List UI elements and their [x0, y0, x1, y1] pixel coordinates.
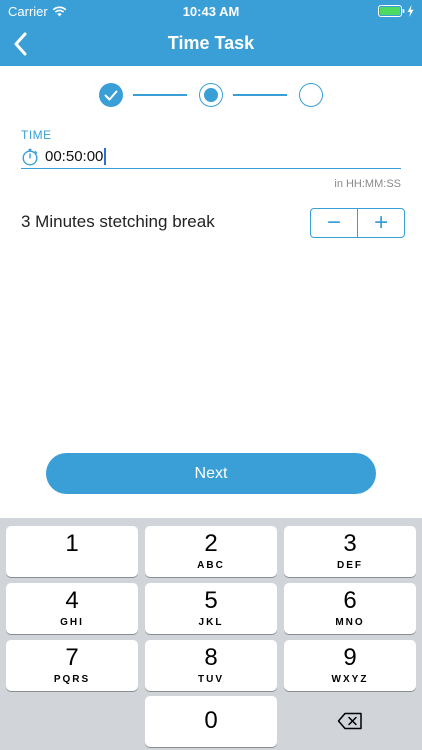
time-value[interactable]: 00:50:00 — [45, 148, 103, 165]
step-upcoming — [299, 83, 323, 107]
time-input[interactable]: 00:50:00 — [21, 145, 401, 169]
next-button[interactable]: Next — [46, 453, 376, 494]
key-letters: JKL — [198, 617, 224, 628]
key-letters: PQRS — [53, 674, 91, 685]
key-letters: WXYZ — [331, 674, 369, 685]
progress-stepper — [97, 81, 325, 109]
step-connector — [233, 94, 287, 96]
quantity-stepper: − + — [310, 208, 405, 238]
key-digit: 6 — [343, 587, 357, 614]
status-time: 10:43 AM — [182, 4, 240, 19]
page-title: Time Task — [167, 33, 255, 53]
key-3[interactable]: 3 DEF — [284, 526, 416, 577]
key-4[interactable]: 4 GHI — [6, 583, 138, 634]
key-7[interactable]: 7 PQRS — [6, 640, 138, 691]
battery-indicator — [378, 5, 414, 17]
key-1[interactable]: 1 — [6, 526, 138, 577]
key-digit: 9 — [343, 644, 357, 671]
nav-bar: Time Task — [0, 22, 422, 66]
task-label: 3 Minutes stetching break — [21, 212, 215, 231]
checkmark-icon — [104, 90, 118, 101]
key-digit: 1 — [65, 530, 79, 557]
charging-bolt-icon — [407, 5, 414, 17]
key-6[interactable]: 6 MNO — [284, 583, 416, 634]
key-digit: 5 — [204, 587, 218, 614]
increment-button[interactable]: + — [358, 209, 404, 237]
key-digit: 3 — [343, 530, 357, 557]
app-header: Carrier 10:43 AM Time Task — [0, 0, 422, 66]
stopwatch-icon — [22, 148, 38, 166]
key-digit: 8 — [204, 644, 218, 671]
key-9[interactable]: 9 WXYZ — [284, 640, 416, 691]
key-letters: TUV — [198, 674, 224, 685]
delete-key[interactable] — [284, 695, 416, 746]
key-2[interactable]: 2 ABC — [145, 526, 277, 577]
text-cursor — [104, 148, 107, 165]
decrement-button[interactable]: − — [311, 209, 357, 237]
step-completed — [99, 83, 123, 107]
key-digit: 4 — [65, 587, 79, 614]
step-current — [199, 83, 223, 107]
time-format-hint: in HH:MM:SS — [334, 178, 401, 190]
key-letters: GHI — [60, 617, 84, 628]
key-8[interactable]: 8 TUV — [145, 640, 277, 691]
key-letters: DEF — [337, 560, 363, 571]
time-field-label: TIME — [21, 128, 52, 142]
backspace-icon — [337, 712, 362, 729]
key-letters: MNO — [335, 617, 365, 628]
battery-icon — [378, 5, 405, 17]
key-digit: 0 — [204, 707, 218, 734]
key-letters: ABC — [197, 560, 225, 571]
step-current-dot — [203, 87, 218, 102]
status-bar: Carrier 10:43 AM — [0, 0, 422, 22]
key-digit: 2 — [204, 530, 218, 557]
key-5[interactable]: 5 JKL — [145, 583, 277, 634]
key-digit: 7 — [65, 644, 79, 671]
step-connector — [133, 94, 187, 96]
key-0[interactable]: 0 — [145, 696, 277, 747]
